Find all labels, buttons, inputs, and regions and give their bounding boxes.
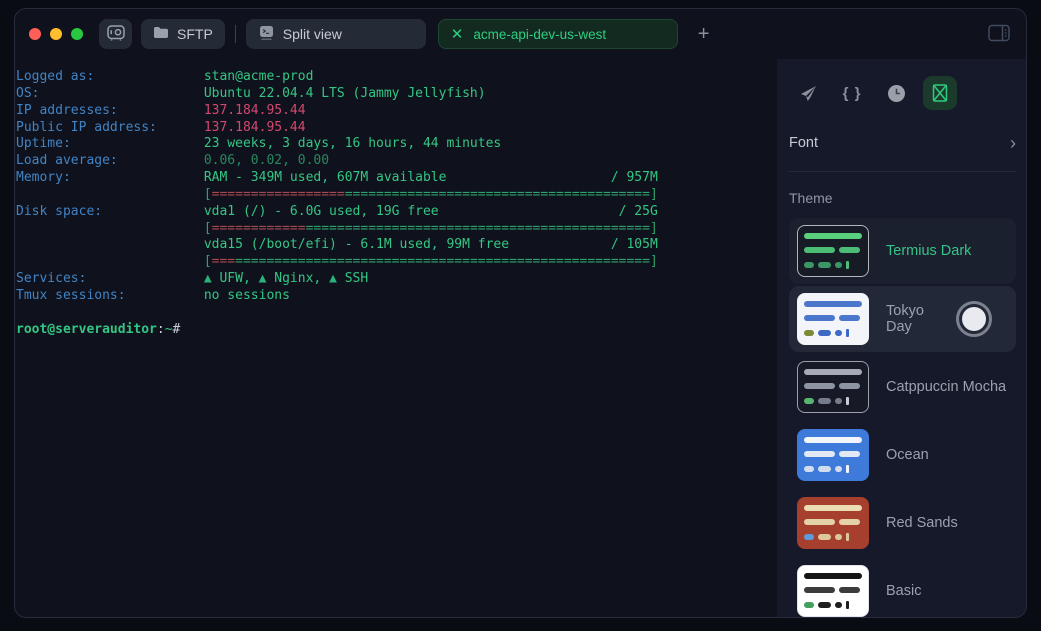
terminal-line: [=======================================… bbox=[203, 186, 658, 202]
theme-name: Basic bbox=[886, 583, 922, 599]
terminal-line: Public IP address: 137.184.95.44 bbox=[16, 119, 306, 135]
sidebar-toggle-button[interactable] bbox=[986, 22, 1012, 47]
tab-label: acme-api-dev-us-west bbox=[473, 26, 607, 42]
terminal-line: root@serverauditor:~# bbox=[16, 321, 181, 337]
vault-icon bbox=[106, 24, 125, 44]
sidebar-toggle-icon bbox=[988, 24, 1010, 45]
theme-item-tokyo-day[interactable]: Tokyo Day bbox=[789, 286, 1016, 352]
terminal-line: Logged as: stan@acme-prod bbox=[16, 69, 314, 84]
traffic-lights bbox=[29, 28, 83, 40]
settings-panel: { } Font › Theme Termius Dark Tokyo Day … bbox=[777, 59, 1026, 617]
theme-thumbnail bbox=[797, 293, 869, 345]
close-window-button[interactable] bbox=[29, 28, 41, 40]
theme-item-termius-dark[interactable]: Termius Dark bbox=[789, 218, 1016, 284]
terminal-line: Memory: RAM - 349M used, 607M available / … bbox=[16, 170, 658, 186]
theme-item-catppuccin-mocha[interactable]: Catppuccin Mocha bbox=[789, 354, 1016, 420]
send-icon[interactable] bbox=[789, 74, 827, 112]
terminal-line: [=======================================… bbox=[203, 220, 658, 236]
theme-list: Termius Dark Tokyo Day Catppuccin Mocha Oce… bbox=[789, 218, 1016, 624]
panel-toolbar: { } bbox=[789, 71, 1016, 115]
terminal-line: OS: Ubuntu 22.04.4 LTS (Jammy Jellyfish) bbox=[16, 85, 486, 101]
terminal-tab[interactable]: ✕ acme-api-dev-us-west bbox=[437, 19, 678, 49]
terminal-window-icon bbox=[258, 25, 275, 44]
theme-item-basic[interactable]: Basic bbox=[789, 558, 1016, 624]
terminal-line: Services: ▲ UFW, ▲ Nginx, ▲ SSH bbox=[16, 271, 369, 287]
theme-item-ocean[interactable]: Ocean bbox=[789, 422, 1016, 488]
panel-divider bbox=[789, 171, 1016, 172]
chevron-right-icon: › bbox=[1010, 133, 1016, 153]
toolbar-divider bbox=[234, 25, 236, 43]
terminal-line: [=======================================… bbox=[203, 254, 658, 270]
theme-name: Red Sands bbox=[886, 515, 958, 531]
appearance-icon[interactable] bbox=[923, 76, 957, 110]
theme-name: Tokyo Day bbox=[886, 303, 924, 335]
new-tab-button[interactable]: + bbox=[692, 22, 716, 46]
history-icon[interactable] bbox=[877, 74, 915, 112]
terminal-output[interactable]: Logged as: stan@acme-prod OS: Ubuntu 22.04.… bbox=[15, 59, 777, 617]
theme-radio-indicator[interactable] bbox=[956, 301, 992, 337]
font-setting-row[interactable]: Font › bbox=[789, 125, 1016, 161]
sftp-button-label: SFTP bbox=[177, 26, 213, 42]
split-view-button-label: Split view bbox=[282, 26, 342, 42]
theme-thumbnail bbox=[797, 225, 869, 277]
split-view-button[interactable]: Split view bbox=[245, 19, 426, 49]
theme-name: Termius Dark bbox=[886, 243, 972, 259]
theme-thumbnail bbox=[797, 497, 869, 549]
theme-thumbnail bbox=[797, 565, 869, 617]
font-row-label: Font bbox=[789, 135, 819, 151]
theme-name: Catppuccin Mocha bbox=[886, 379, 1007, 395]
sftp-button[interactable]: SFTP bbox=[141, 19, 225, 49]
theme-section-label: Theme bbox=[789, 190, 833, 206]
minimize-window-button[interactable] bbox=[50, 28, 62, 40]
folder-icon bbox=[153, 26, 169, 42]
theme-thumbnail bbox=[797, 429, 869, 481]
terminal-line: Tmux sessions: no sessions bbox=[16, 287, 290, 303]
theme-thumbnail bbox=[797, 361, 869, 413]
terminal-line: Uptime: 23 weeks, 3 days, 16 hours, 44 mi… bbox=[16, 136, 502, 152]
terminal-line: Load average: 0.06, 0.02, 0.00 bbox=[16, 153, 330, 169]
terminal-line: Disk space: vda1 (/) - 6.0G used, 19G fre… bbox=[16, 203, 658, 219]
vault-button[interactable] bbox=[99, 19, 132, 49]
titlebar: SFTP Split view ✕ acme-api-dev-us-west + bbox=[15, 9, 1026, 59]
theme-item-red-sands[interactable]: Red Sands bbox=[789, 490, 1016, 556]
tab-close-icon[interactable]: ✕ bbox=[451, 27, 464, 42]
terminal-line: IP addresses: 137.184.95.44 bbox=[16, 102, 306, 118]
terminal-line: vda15 (/boot/efi) - 6.1M used, 99M free /… bbox=[203, 237, 658, 253]
theme-name: Ocean bbox=[886, 447, 929, 463]
app-window: SFTP Split view ✕ acme-api-dev-us-west + bbox=[14, 8, 1027, 618]
snippets-icon[interactable]: { } bbox=[833, 74, 871, 112]
zoom-window-button[interactable] bbox=[71, 28, 83, 40]
